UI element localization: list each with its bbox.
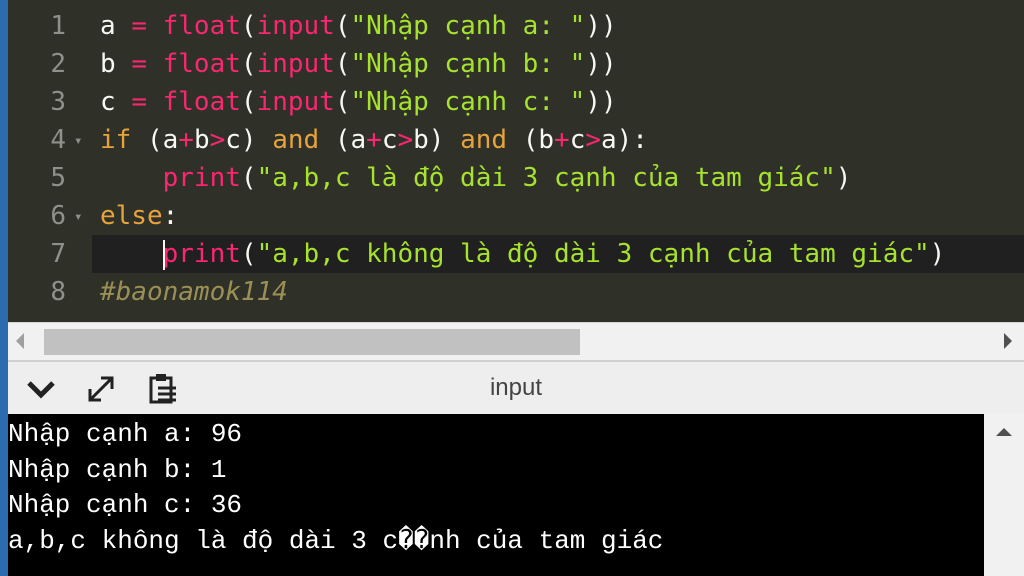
code-line[interactable]: if (a+b>c) and (a+c>b) and (b+c>a): [100,121,1024,159]
code-token: #baonamok114 [100,277,288,307]
code-line[interactable]: print("a,b,c là độ dài 3 cạnh của tam gi… [100,159,1024,197]
code-token: ( [240,163,257,193]
code-token: input [256,11,335,41]
code-token: input [256,87,335,117]
code-token: print [162,239,241,269]
code-token: (a [319,125,367,155]
code-token: > [397,125,414,155]
code-token: b [100,49,132,79]
code-token: ( [334,87,351,117]
code-token: float [162,49,241,79]
code-token: float [162,11,241,41]
code-token: ) [929,239,946,269]
code-token: c [569,125,586,155]
code-token: and [272,125,320,155]
line-number: 1 [50,11,66,41]
code-token: > [585,125,601,155]
code-token: "Nhập cạnh b: " [350,49,586,79]
code-token: print [162,163,241,193]
code-token: c) [225,125,273,155]
code-line[interactable]: #baonamok114 [100,273,1024,311]
code-token: "Nhập cạnh a: " [350,11,586,41]
code-token: ( [240,49,257,79]
code-token: float [162,87,241,117]
line-number: 5 [50,163,66,193]
console-line: Nhập cạnh c: 36 [8,490,243,520]
code-token: (a [131,125,179,155]
console-toolbar: input [8,360,1024,416]
code-line[interactable]: else: [100,197,1024,235]
code-token: a): [601,125,648,155]
code-token: (b [507,125,555,155]
scroll-left-arrow-icon[interactable] [16,333,24,349]
line-number: 7 [50,239,66,269]
code-token: if [100,125,132,155]
code-token: )) [585,49,617,79]
code-token: c [381,125,398,155]
line-number: 4 [50,125,66,155]
code-token: = [131,49,147,79]
code-token: )) [585,11,617,41]
horizontal-scroll-thumb[interactable] [44,329,580,355]
console-line: Nhập cạnh a: 96 [8,419,243,449]
code-line[interactable]: c = float(input("Nhập cạnh c: ")) [100,83,1024,121]
code-token: ( [334,11,351,41]
code-token: + [366,125,382,155]
console-line: Nhập cạnh b: 1 [8,455,227,485]
code-token: "a,b,c là độ dài 3 cạnh của tam giác" [256,163,836,193]
code-token: > [209,125,226,155]
line-number: 3 [50,87,66,117]
code-line[interactable]: print("a,b,c không là độ dài 3 cạnh của … [100,235,1024,273]
vertical-scrollbar[interactable] [984,414,1024,576]
console-title: input [489,374,543,401]
console-line: a,b,c không là độ dài 3 c��nh của tam gi… [8,526,664,556]
line-number: 2 [50,49,66,79]
code-token: ( [240,87,257,117]
code-token: ( [240,239,257,269]
code-line[interactable]: b = float(input("Nhập cạnh b: ")) [100,45,1024,83]
code-token: a [100,11,132,41]
code-token: c [100,87,132,117]
code-token: b) [413,125,461,155]
console-output[interactable]: Nhập cạnh a: 96 Nhập cạnh b: 1 Nhập cạnh c… [8,414,984,576]
line-number: 8 [50,277,66,307]
scroll-up-arrow-icon[interactable] [996,428,1012,436]
horizontal-scrollbar[interactable] [8,322,1024,361]
line-number: 6 [50,201,66,231]
code-token: )) [585,87,617,117]
code-token: : [162,201,179,231]
code-token: else [100,201,163,231]
scroll-right-arrow-icon[interactable] [1004,333,1012,349]
code-token: "a,b,c không là độ dài 3 cạnh của tam gi… [256,239,930,269]
code-token: ( [334,49,351,79]
code-line[interactable]: a = float(input("Nhập cạnh a: ")) [100,7,1024,45]
code-token: = [131,87,147,117]
code-token: ( [240,11,257,41]
code-token: b [193,125,210,155]
code-token: + [554,125,570,155]
code-token: ) [835,163,852,193]
code-token: input [256,49,335,79]
code-editor[interactable]: 1a = float(input("Nhập cạnh a: ")) 2 b = f… [8,0,1024,322]
window-frame [0,0,8,576]
fold-toggle-icon[interactable]: ▾ [74,133,82,149]
code-token: = [131,11,147,41]
code-token: + [178,125,194,155]
code-token: "Nhập cạnh c: " [350,87,586,117]
code-token: and [460,125,508,155]
fold-toggle-icon[interactable]: ▾ [74,209,82,225]
